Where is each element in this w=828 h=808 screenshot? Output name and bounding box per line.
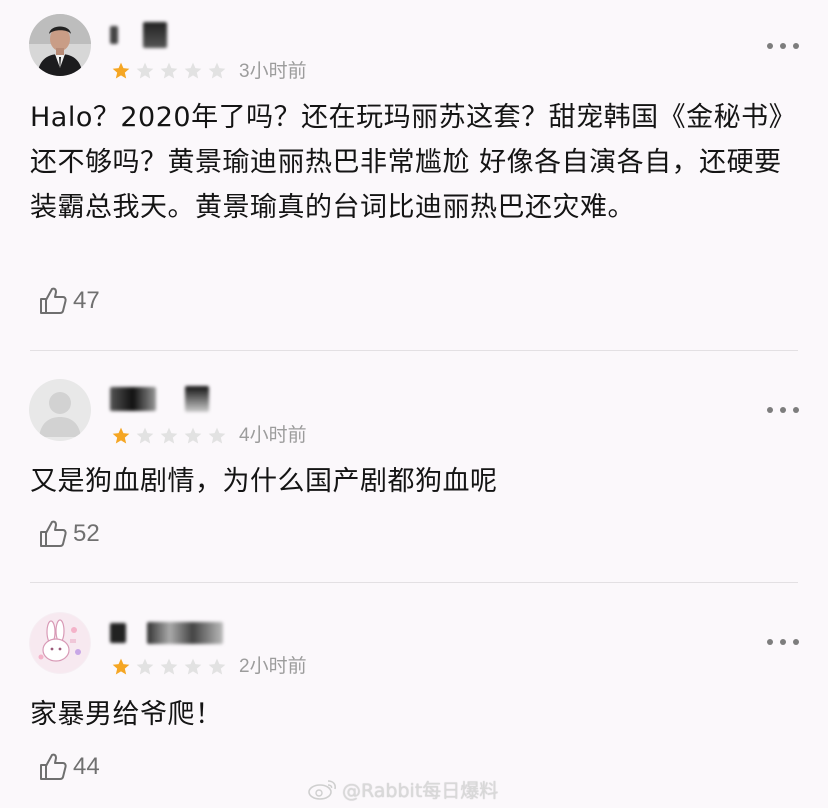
star-icon <box>184 62 202 79</box>
review-text: 家暴男给爷爬！ <box>30 699 223 730</box>
star-icon <box>184 658 202 675</box>
watermark: @Rabbit每日爆料 <box>308 777 499 802</box>
man-in-suit-avatar-icon <box>29 14 91 76</box>
redacted-username <box>110 26 118 44</box>
star-icon <box>112 658 130 675</box>
thumbs-up-icon <box>40 520 67 547</box>
review-time: 2小时前 <box>239 656 307 677</box>
rating-stars <box>111 425 231 447</box>
weibo-logo-icon <box>308 780 336 800</box>
star-icon <box>184 427 202 444</box>
rating-stars <box>111 656 231 678</box>
like-button[interactable]: 47 <box>37 284 100 318</box>
rating-stars <box>111 60 231 82</box>
review-item: 3小时前 Halo？2020年了吗？还在玩玛丽苏这套？甜宠韩国《金秘书》还不够吗… <box>0 0 828 350</box>
star-icon <box>136 62 154 79</box>
star-icon <box>136 427 154 444</box>
review-item: 4小时前 又是狗血剧情，为什么国产剧都狗血呢 52 <box>0 351 828 582</box>
redacted-username <box>143 22 167 48</box>
star-icon <box>112 427 130 444</box>
star-icon <box>208 658 226 675</box>
star-icon <box>136 658 154 675</box>
redacted-username <box>147 622 223 644</box>
star-icon <box>160 658 178 675</box>
more-icon[interactable] <box>767 405 799 415</box>
avatar[interactable] <box>29 14 91 76</box>
review-time: 4小时前 <box>239 425 307 446</box>
more-icon[interactable] <box>767 637 799 647</box>
review-list: 3小时前 Halo？2020年了吗？还在玩玛丽苏这套？甜宠韩国《金秘书》还不够吗… <box>0 0 828 808</box>
like-button[interactable]: 52 <box>37 517 100 551</box>
redacted-username <box>185 386 209 412</box>
avatar[interactable] <box>29 379 91 441</box>
like-count: 44 <box>73 753 100 780</box>
bunny-avatar-icon <box>29 612 91 674</box>
username[interactable] <box>110 20 167 50</box>
like-count: 52 <box>73 520 100 547</box>
like-count: 47 <box>73 287 100 314</box>
thumbs-up-icon <box>40 753 67 780</box>
avatar[interactable] <box>29 612 91 674</box>
review-time: 3小时前 <box>239 61 307 82</box>
more-icon[interactable] <box>767 41 799 51</box>
star-icon <box>160 427 178 444</box>
review-item: 2小时前 家暴男给爷爬！ 44 <box>0 583 828 808</box>
username[interactable] <box>110 618 223 648</box>
review-text: 又是狗血剧情，为什么国产剧都狗血呢 <box>30 466 498 497</box>
like-button[interactable]: 44 <box>37 750 100 784</box>
watermark-text: @Rabbit每日爆料 <box>342 779 499 802</box>
redacted-username <box>110 623 126 643</box>
review-text: Halo？2020年了吗？还在玩玛丽苏这套？甜宠韩国《金秘书》还不够吗？黄景瑜迪… <box>30 102 797 223</box>
username[interactable] <box>110 384 209 414</box>
star-icon <box>160 62 178 79</box>
star-icon <box>208 427 226 444</box>
redacted-username <box>110 387 156 411</box>
star-icon <box>112 62 130 79</box>
default-person-avatar-icon <box>29 379 91 441</box>
star-icon <box>208 62 226 79</box>
thumbs-up-icon <box>40 287 67 314</box>
